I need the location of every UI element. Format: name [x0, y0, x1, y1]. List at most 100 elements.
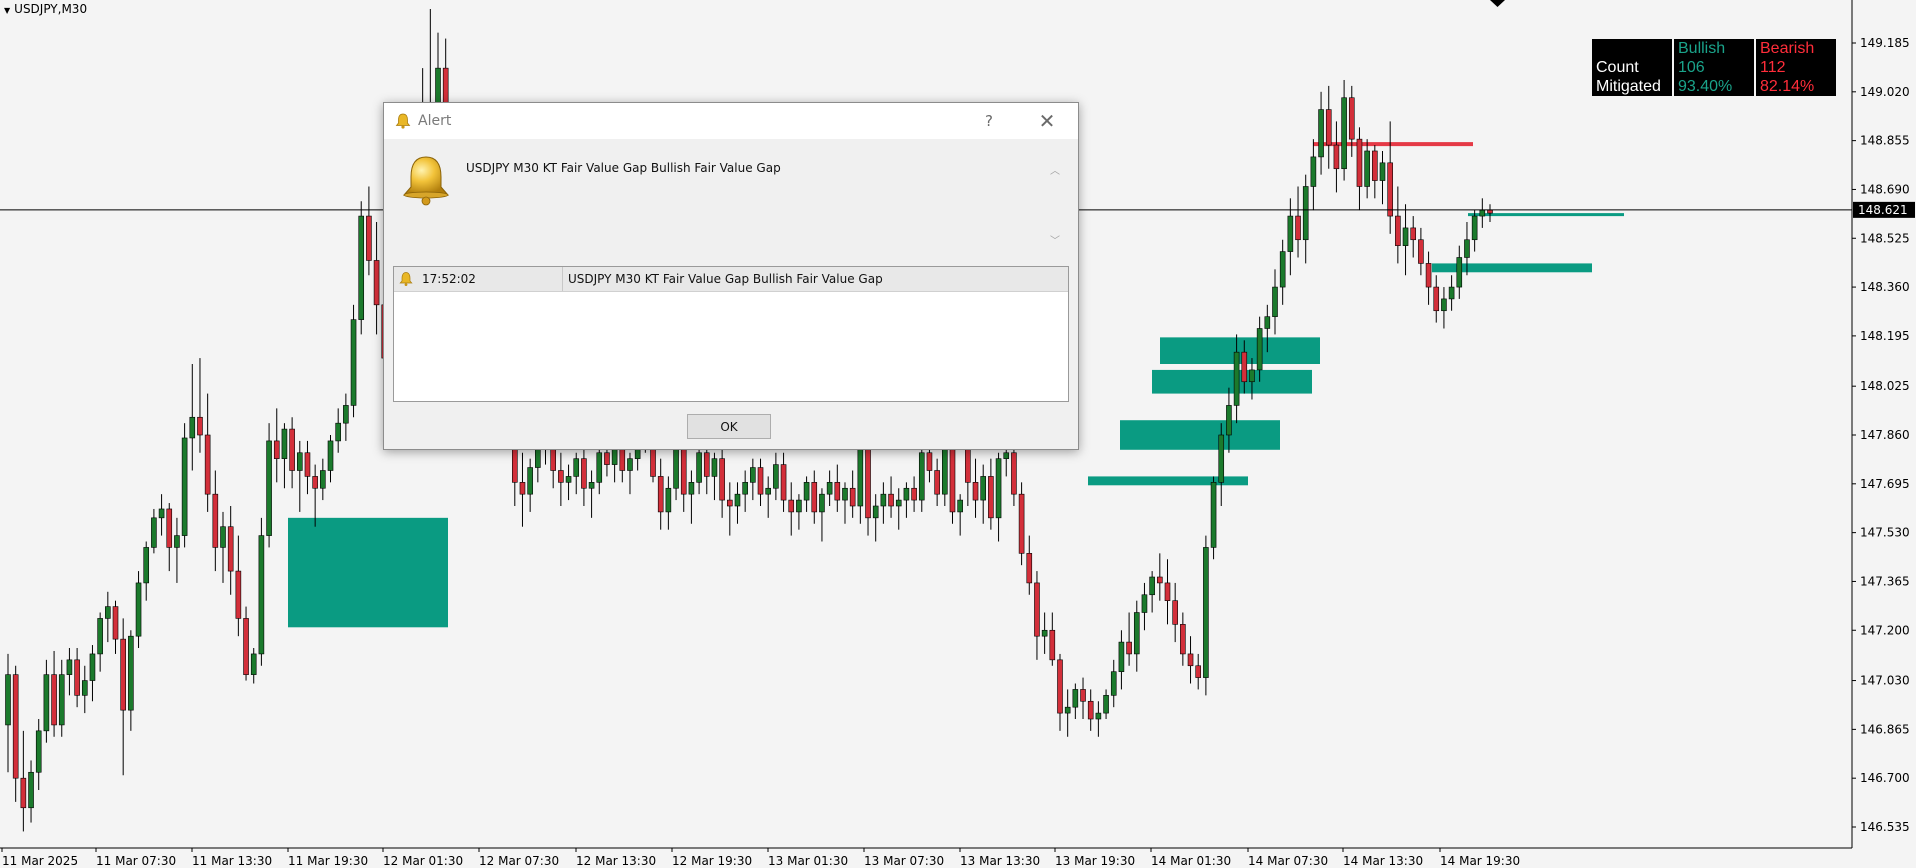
- bearish-candle: [849, 487, 856, 507]
- bullish-candle: [1095, 712, 1102, 720]
- stats-count-bearish: 112: [1756, 58, 1836, 77]
- bullish-candle: [1310, 156, 1317, 187]
- bullish-candle: [43, 674, 50, 732]
- bell-icon: [399, 272, 413, 286]
- bearish-candle: [811, 482, 818, 513]
- bearish-candle: [834, 482, 841, 501]
- bullish-candle: [296, 452, 303, 471]
- time-tick-label: 13 Mar 19:30: [1055, 854, 1135, 868]
- bearish-candle: [965, 446, 971, 483]
- bullish-candle: [903, 487, 910, 501]
- bullish-candle: [711, 458, 718, 477]
- bullish-candle: [327, 440, 334, 471]
- time-tick-label: 13 Mar 13:30: [960, 854, 1040, 868]
- bullish-candle: [1264, 316, 1271, 329]
- scroll-up-icon[interactable]: ︿: [1049, 167, 1061, 177]
- bearish-candle: [1410, 227, 1417, 241]
- bullish-fvg-zone: [1432, 263, 1592, 273]
- bullish-candle: [151, 517, 157, 548]
- bearish-candle: [1325, 109, 1332, 146]
- bullish-candle: [1464, 239, 1470, 258]
- bullish-candle: [1118, 641, 1125, 672]
- bullish-candle: [627, 458, 633, 471]
- bullish-candle: [143, 547, 150, 584]
- bullish-candle: [1279, 251, 1286, 288]
- bullish-candle: [765, 487, 771, 495]
- stats-header-blank: [1592, 39, 1672, 58]
- time-tick-label: 11 Mar 19:30: [288, 854, 368, 868]
- bearish-candle: [865, 446, 871, 519]
- time-tick-label: 14 Mar 07:30: [1248, 854, 1328, 868]
- bearish-candle: [888, 493, 894, 507]
- alert-titlebar[interactable]: Alert ? ✕: [384, 103, 1078, 139]
- bearish-candle: [1418, 239, 1424, 264]
- alert-history-list[interactable]: 17:52:02 USDJPY M30 KT Fair Value Gap Bu…: [393, 266, 1069, 402]
- bullish-candle: [1226, 405, 1232, 436]
- bearish-candle: [1057, 659, 1063, 714]
- bullish-candle: [1072, 689, 1079, 708]
- message-scrollbar[interactable]: ︿ ﹀: [1047, 159, 1063, 249]
- bearish-candle: [243, 618, 249, 675]
- price-tick-label: 148.525: [1860, 231, 1910, 245]
- price-tick-label: 147.365: [1860, 574, 1910, 588]
- time-tick-label: 12 Mar 13:30: [576, 854, 656, 868]
- time-tick-label: 11 Mar 13:30: [192, 854, 272, 868]
- bearish-candle: [988, 476, 994, 519]
- bullish-candle: [588, 482, 595, 489]
- bullish-candle: [1133, 612, 1140, 655]
- price-tick-label: 147.695: [1860, 477, 1910, 491]
- time-tick-label: 14 Mar 19:30: [1440, 854, 1520, 868]
- help-button[interactable]: ?: [966, 103, 1012, 139]
- time-tick-label: 13 Mar 07:30: [864, 854, 944, 868]
- price-tick-label: 149.185: [1860, 36, 1910, 50]
- bullish-candle: [128, 635, 134, 711]
- bullish-candle: [1287, 215, 1294, 252]
- bearish-candle: [757, 467, 764, 495]
- bullish-candle: [105, 606, 111, 619]
- bullish-candle: [35, 730, 42, 773]
- time-tick-label: 13 Mar 01:30: [768, 854, 848, 868]
- symbol-dropdown-icon[interactable]: ▼: [4, 6, 10, 15]
- price-tick-label: 148.855: [1860, 134, 1910, 148]
- ok-button[interactable]: OK: [687, 414, 771, 439]
- bearish-candle: [1395, 215, 1401, 246]
- bullish-candle: [1302, 186, 1309, 241]
- bearish-candle: [719, 458, 725, 501]
- bullish-candle: [527, 467, 533, 495]
- price-tick-label: 148.025: [1860, 379, 1910, 393]
- bullish-candle: [696, 452, 702, 483]
- bullish-candle: [81, 680, 88, 696]
- bullish-candle: [1379, 162, 1386, 181]
- bearish-candle: [1187, 653, 1194, 667]
- period-separator-marker: [1490, 0, 1505, 7]
- time-tick-label: 12 Mar 07:30: [479, 854, 559, 868]
- bearish-candle: [558, 470, 564, 483]
- bearish-candle: [657, 476, 664, 513]
- bearish-candle: [1433, 286, 1440, 312]
- bearish-candle: [304, 452, 311, 477]
- price-tick-label: 147.200: [1860, 623, 1910, 637]
- bearish-candle: [1087, 700, 1094, 720]
- bearish-candle: [972, 482, 979, 501]
- bearish-candle: [934, 470, 940, 495]
- bullish-fvg-zone: [1468, 213, 1624, 217]
- alert-dialog[interactable]: Alert ? ✕ USDJPY M30 KT Fair Value Gap B…: [383, 102, 1079, 450]
- bullish-fvg-zone: [288, 517, 448, 628]
- history-row[interactable]: 17:52:02 USDJPY M30 KT Fair Value Gap Bu…: [394, 267, 1068, 292]
- close-button[interactable]: ✕: [1024, 103, 1070, 139]
- bearish-candle: [366, 215, 372, 261]
- stats-header-bullish: Bullish: [1674, 39, 1754, 58]
- bullish-candle: [220, 526, 226, 548]
- bearish-candle: [949, 446, 956, 513]
- bullish-candle: [1341, 97, 1347, 170]
- stats-mitigated-row: Mitigated 93.40% 82.14%: [1592, 77, 1836, 96]
- bullish-candle: [796, 499, 802, 513]
- time-tick-label: 14 Mar 13:30: [1343, 854, 1423, 868]
- bearish-candle: [112, 606, 119, 640]
- bearish-candle: [1372, 150, 1378, 181]
- bearish-candle: [1080, 689, 1086, 702]
- scroll-down-icon[interactable]: ﹀: [1049, 237, 1061, 247]
- bullish-candle: [1471, 215, 1478, 241]
- bullish-candle: [596, 452, 603, 483]
- bullish-candle: [358, 215, 365, 320]
